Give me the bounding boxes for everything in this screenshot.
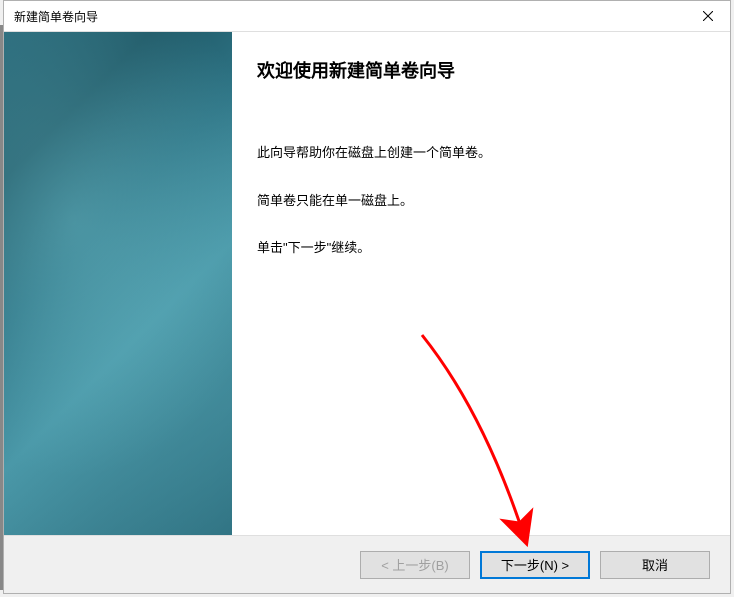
wizard-text-1: 此向导帮助你在磁盘上创建一个简单卷。 bbox=[257, 143, 700, 163]
close-icon bbox=[703, 11, 713, 21]
dialog-title: 新建简单卷向导 bbox=[14, 8, 98, 25]
wizard-heading: 欢迎使用新建简单卷向导 bbox=[257, 57, 700, 83]
wizard-text-3: 单击"下一步"继续。 bbox=[257, 238, 700, 258]
main-content: 欢迎使用新建简单卷向导 此向导帮助你在磁盘上创建一个简单卷。 简单卷只能在单一磁… bbox=[232, 32, 730, 535]
close-button[interactable] bbox=[685, 1, 730, 31]
cancel-button[interactable]: 取消 bbox=[600, 551, 710, 579]
back-button: < 上一步(B) bbox=[360, 551, 470, 579]
titlebar: 新建简单卷向导 bbox=[4, 1, 730, 31]
button-bar: < 上一步(B) 下一步(N) > 取消 bbox=[4, 535, 730, 593]
content-area: 欢迎使用新建简单卷向导 此向导帮助你在磁盘上创建一个简单卷。 简单卷只能在单一磁… bbox=[4, 31, 730, 535]
wizard-text-2: 简单卷只能在单一磁盘上。 bbox=[257, 191, 700, 211]
wizard-sidebar-image bbox=[4, 32, 232, 535]
wizard-dialog: 新建简单卷向导 欢迎使用新建简单卷向导 此向导帮助你在磁盘上创建一个简单卷。 简… bbox=[3, 0, 731, 594]
next-button[interactable]: 下一步(N) > bbox=[480, 551, 590, 579]
